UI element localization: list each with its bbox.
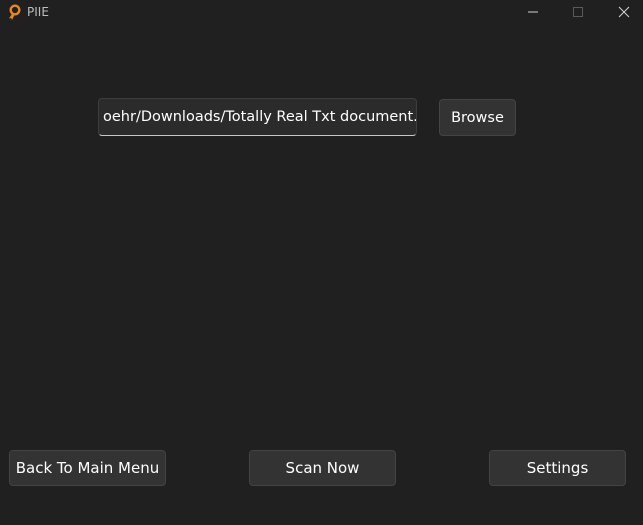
maximize-icon [572,3,584,22]
back-to-main-menu-button[interactable]: Back To Main Menu [9,450,166,486]
app-logo-icon [6,4,22,20]
close-button[interactable] [601,0,643,24]
app-window: PIIE oehr/Downloads/Totally Real Txt doc… [0,0,643,525]
maximize-button[interactable] [555,0,601,24]
minimize-icon [527,3,539,22]
close-icon [618,3,630,22]
window-title: PIIE [27,5,49,19]
minimize-button[interactable] [510,0,556,24]
file-path-input[interactable]: oehr/Downloads/Totally Real Txt document… [98,98,417,136]
settings-button[interactable]: Settings [489,450,626,486]
browse-button[interactable]: Browse [439,99,516,136]
title-bar[interactable]: PIIE [0,0,643,24]
scan-now-button[interactable]: Scan Now [249,450,396,486]
